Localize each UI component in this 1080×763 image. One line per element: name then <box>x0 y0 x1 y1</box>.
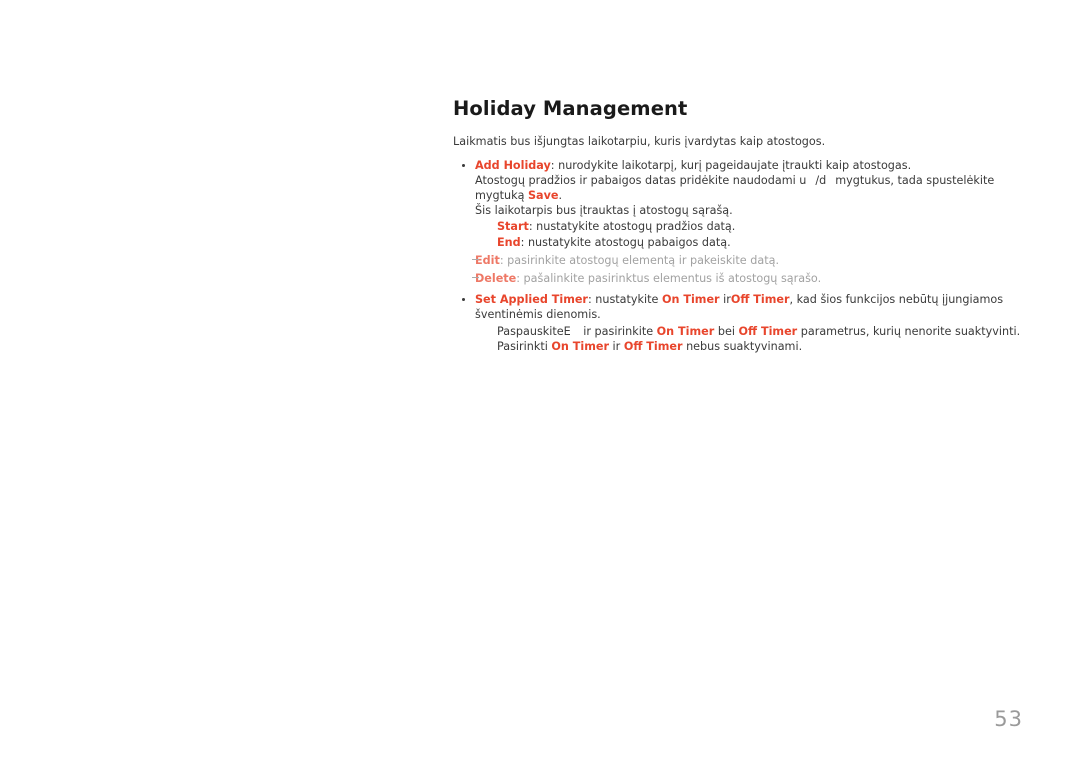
list-item-edit: Edit: pasirinkite atostogų elementą ir p… <box>453 253 1023 268</box>
sat-s2-middle: ir <box>608 340 624 354</box>
sat-desc-a: : nustatykite <box>587 293 662 307</box>
term-on-timer-2: On Timer <box>656 325 715 338</box>
document-page: Holiday Management Laikmatis bus išjungt… <box>0 0 1080 763</box>
add-holiday-line-3: Šis laikotarpis bus įtrauktas į atostogų… <box>475 204 733 218</box>
arrow-down-icon: d <box>819 174 827 188</box>
term-on-timer-1: On Timer <box>661 293 720 307</box>
list-item-add-holiday: Add Holiday: nurodykite laikotarpį, kurį… <box>453 159 1023 174</box>
dash-marker-icon <box>472 259 479 261</box>
list-item-set-applied-timer: Set Applied Timer: nustatykite On Timer … <box>453 293 1023 323</box>
intro-paragraph: Laikmatis bus išjungtas laikotarpiu, kur… <box>453 135 826 149</box>
term-edit: Edit <box>475 254 500 267</box>
term-start: Start <box>497 220 529 234</box>
line2-prefix: Atostogų pradžios ir pabaigos datas prid… <box>475 174 800 188</box>
list-item-delete: Delete: pašalinkite pasirinktus elementu… <box>453 271 1023 286</box>
add-holiday-line-2: Atostogų pradžios ir pabaigos datas prid… <box>453 174 1023 204</box>
desc-end: : nustatykite atostogų pabaigos datą. <box>520 235 731 249</box>
desc-start: : nustatykite atostogų pradžios datą. <box>528 220 736 234</box>
page-number: 53 <box>994 707 1023 731</box>
sat-s1-middle-a: ir pasirinkite <box>579 325 657 338</box>
term-off-timer-3: Off Timer <box>623 340 683 354</box>
term-on-timer-3: On Timer <box>551 340 609 354</box>
desc-delete: : pašalinkite pasirinktus elementus iš a… <box>516 272 822 286</box>
term-add-holiday: Add Holiday <box>475 158 551 172</box>
page-content: Holiday Management Laikmatis bus išjungt… <box>453 97 1023 355</box>
term-delete: Delete <box>475 272 517 286</box>
term-save: Save <box>528 189 559 203</box>
term-off-timer-1: Off Timer <box>730 293 790 307</box>
sat-s1-suffix: parametrus, kurių nenorite suaktyvinti. <box>797 325 1021 338</box>
arrow-up-icon: u <box>799 174 807 188</box>
sub-item-end: End: nustatykite atostogų pabaigos datą. <box>453 235 1023 250</box>
pasirinkti-prefix: Pasirinkti <box>497 340 552 354</box>
sat-s2-suffix: nebus suaktyvinami. <box>682 340 803 354</box>
sub-item-start: Start: nustatykite atostogų pradžios dat… <box>453 219 1023 234</box>
term-set-applied-timer: Set Applied Timer <box>475 293 588 307</box>
desc-add-holiday: : nurodykite laikotarpį, kurį pageidauja… <box>550 158 912 172</box>
sat-sub-line-1: PaspauskiteE ir pasirinkite On Timer bei… <box>453 324 1023 339</box>
term-end: End <box>497 235 521 249</box>
main-bullet-list: Add Holiday: nurodykite laikotarpį, kurį… <box>453 159 1023 355</box>
bullet-dot-icon-2 <box>462 298 466 302</box>
paspauskite-prefix: PaspauskiteE <box>497 325 571 338</box>
sat-s1-middle-b: bei <box>714 325 739 338</box>
term-off-timer-2: Off Timer <box>738 325 798 338</box>
desc-edit: : pasirinkite atostogų elementą ir pakei… <box>499 254 780 267</box>
line2-suffix: . <box>558 189 563 203</box>
sat-sub-line-2: Pasirinkti On Timer ir Off Timer nebus s… <box>453 339 1023 354</box>
sat-desc-b: ir <box>719 293 731 307</box>
dash-marker-icon-2 <box>472 277 479 279</box>
page-title: Holiday Management <box>453 97 688 120</box>
bullet-dot-icon <box>462 163 466 167</box>
